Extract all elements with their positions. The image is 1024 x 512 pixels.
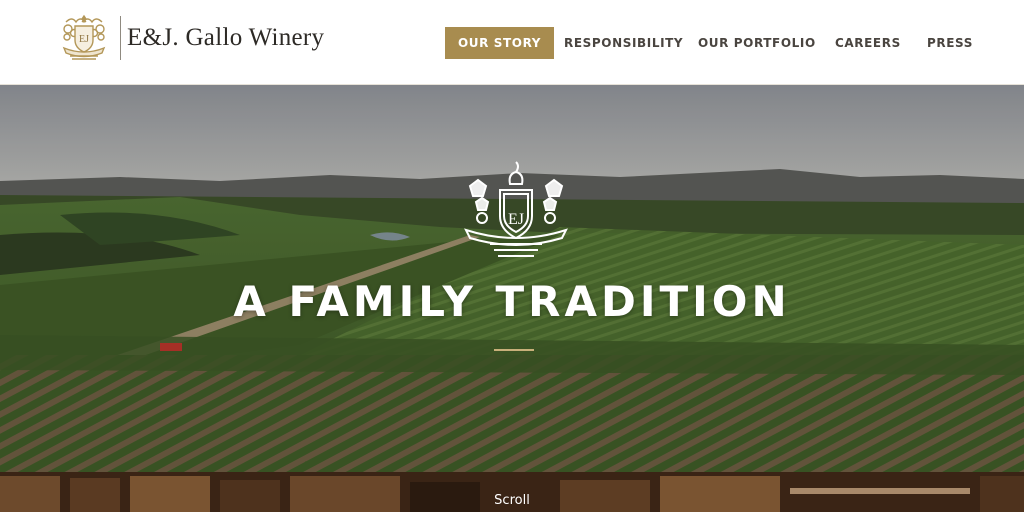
svg-text:EJ: EJ <box>79 34 89 45</box>
hero-title: A FAMILY TRADITION <box>233 277 791 326</box>
barrel-room-section: Scroll <box>0 472 1024 512</box>
svg-text:EJ: EJ <box>508 211 524 228</box>
nav-our-portfolio[interactable]: OUR PORTFOLIO <box>698 27 816 59</box>
site-header: EJ E&J. Gallo Winery OUR STORY RESPONSIB… <box>0 0 1024 85</box>
scroll-indicator[interactable]: Scroll <box>0 493 1024 508</box>
nav-our-story[interactable]: OUR STORY <box>445 27 555 59</box>
crest-logo-icon: EJ <box>62 14 106 60</box>
brand-divider <box>120 16 121 60</box>
hero-banner: EJ A FAMILY TRADITION <box>0 85 1024 472</box>
nav-responsibility[interactable]: RESPONSIBILITY <box>564 27 683 59</box>
nav-careers[interactable]: CAREERS <box>835 27 901 59</box>
brand-name: E&J. Gallo Winery <box>127 24 325 51</box>
nav-press[interactable]: PRESS <box>927 27 973 59</box>
hero-divider <box>494 349 534 351</box>
ej-crest-emblem-icon: EJ <box>464 161 568 257</box>
brand-logo-link[interactable]: EJ E&J. Gallo Winery <box>56 12 324 64</box>
